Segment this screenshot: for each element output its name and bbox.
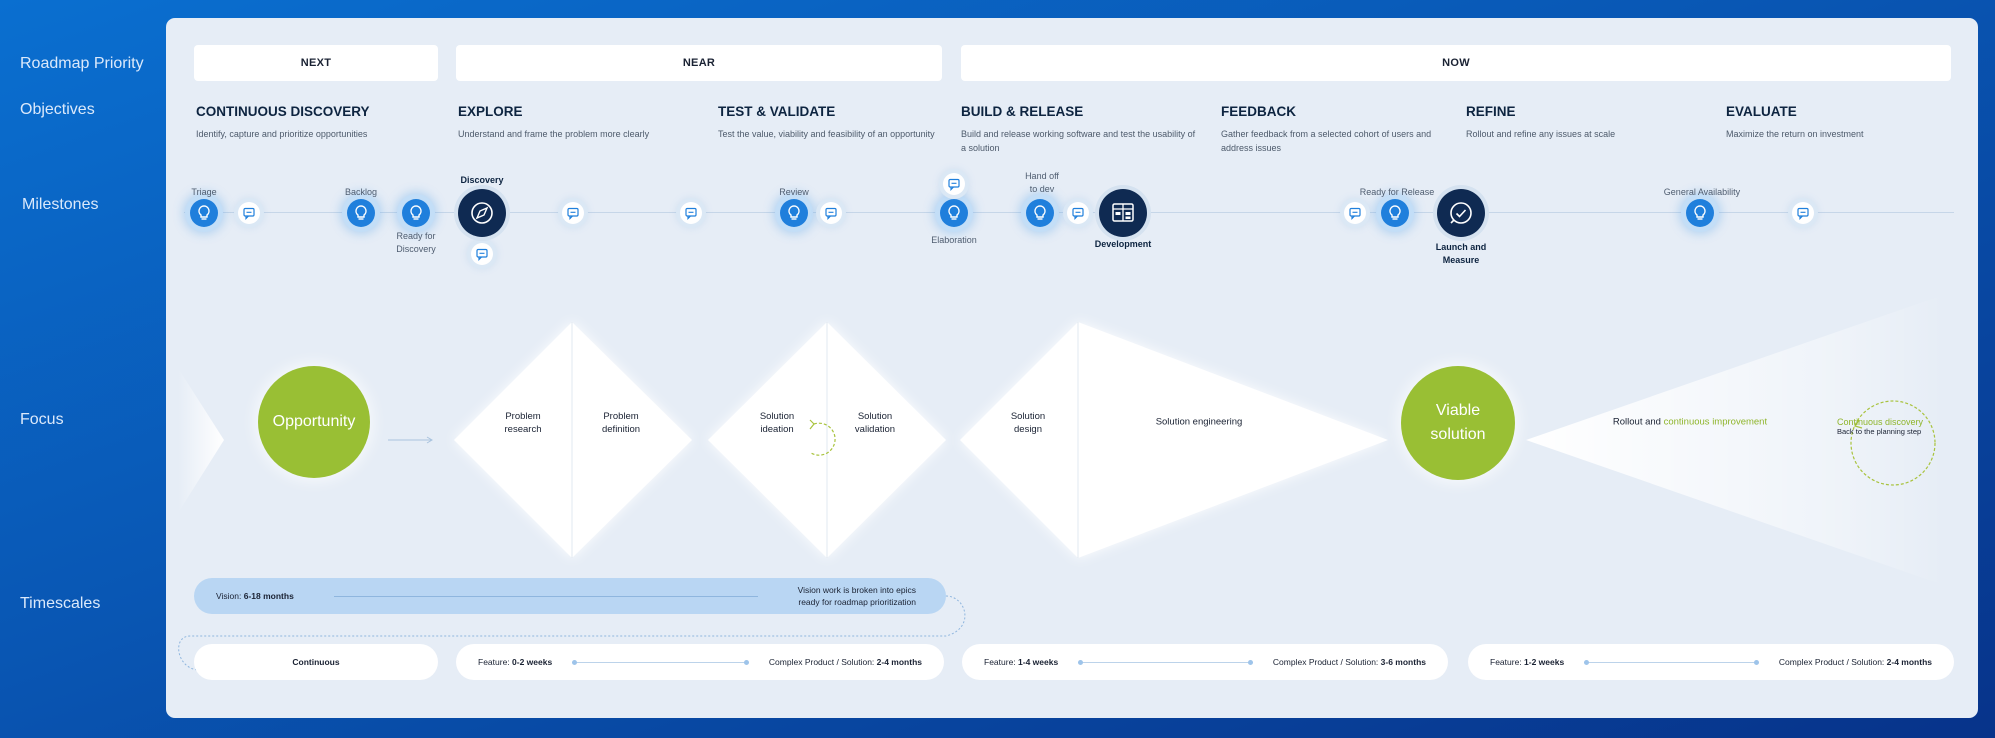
objective-build-release: BUILD & RELEASE Build and release workin… — [961, 104, 1196, 155]
objective-title: CONTINUOUS DISCOVERY — [196, 104, 370, 119]
lightbulb-icon[interactable] — [402, 199, 430, 227]
focus-diagram — [178, 294, 1946, 586]
objective-desc: Build and release working software and t… — [961, 129, 1196, 153]
chat-icon[interactable] — [943, 173, 965, 195]
focus-entry-wedge — [178, 368, 224, 513]
focus-continuous-discovery: Continuous discovery Back to the plannin… — [1837, 417, 1924, 436]
focus-problem-research: Problem research — [504, 411, 542, 435]
objective-desc: Gather feedback from a selected cohort o… — [1221, 129, 1432, 153]
objective-title: EVALUATE — [1726, 104, 1797, 119]
row-label-timescales: Timescales — [20, 595, 101, 612]
milestone-discovery: Discovery — [460, 175, 504, 185]
objective-title: TEST & VALIDATE — [718, 104, 836, 119]
row-label-objectives: Objectives — [20, 101, 95, 118]
focus-solution-ideation: Solution ideation — [759, 411, 795, 435]
milestone-backlog: Backlog — [344, 187, 378, 197]
objective-title: BUILD & RELEASE — [961, 104, 1084, 119]
milestone-elaboration: Elaboration — [931, 235, 977, 245]
objective-feedback: FEEDBACK Gather feedback from a selected… — [1221, 104, 1451, 155]
explore-diamond — [454, 322, 692, 558]
chat-icon[interactable] — [471, 243, 493, 265]
focus-solution-design: Solution design — [1010, 411, 1046, 435]
lightbulb-icon[interactable] — [1026, 199, 1054, 227]
row-label-focus: Focus — [20, 411, 64, 428]
rollout-funnel — [1526, 294, 1946, 586]
check-badge-icon[interactable] — [1437, 189, 1485, 237]
priority-near: NEAR — [456, 45, 942, 81]
priority-next: NEXT — [194, 45, 438, 81]
priority-now: NOW — [961, 45, 1951, 81]
chat-icon[interactable] — [1344, 202, 1366, 224]
timescale-now-refine: Feature: 1-2 weeks Complex Product / Sol… — [1468, 644, 1954, 680]
timescale-near: Feature: 0-2 weeks Complex Product / Sol… — [456, 644, 944, 680]
compass-icon[interactable] — [458, 189, 506, 237]
milestone-development: Development — [1094, 239, 1152, 249]
objective-continuous-discovery: CONTINUOUS DISCOVERY Identify, capture a… — [196, 104, 436, 141]
viable-solution-circle: Viable solution — [1401, 366, 1515, 480]
lightbulb-icon[interactable] — [190, 199, 218, 227]
timescale-continuous: Continuous — [194, 644, 438, 680]
lightbulb-icon[interactable] — [1686, 199, 1714, 227]
row-label-milestones: Milestones — [22, 196, 99, 213]
objective-evaluate: EVALUATE Maximize the return on investme… — [1726, 104, 1946, 141]
objective-title: FEEDBACK — [1221, 104, 1297, 119]
milestone-general-availability: General Availability — [1663, 187, 1741, 197]
row-label-priority: Roadmap Priority — [20, 55, 144, 72]
chat-icon[interactable] — [238, 202, 260, 224]
objective-desc: Maximize the return on investment — [1726, 129, 1864, 139]
roadmap-panel: NEXT NEAR NOW CONTINUOUS DISCOVERY Ident… — [166, 18, 1978, 718]
objective-explore: EXPLORE Understand and frame the problem… — [458, 104, 698, 141]
chat-icon[interactable] — [562, 202, 584, 224]
milestone-ready-release: Ready for Release — [1359, 187, 1435, 197]
objective-refine: REFINE Rollout and refine any issues at … — [1466, 104, 1686, 141]
milestone-review: Review — [779, 187, 809, 197]
objective-desc: Identify, capture and prioritize opportu… — [196, 129, 368, 139]
objective-test-validate: TEST & VALIDATE Test the value, viabilit… — [718, 104, 958, 141]
milestone-launch-measure: Launch and Measure — [1435, 242, 1487, 265]
lightbulb-icon[interactable] — [780, 199, 808, 227]
chat-icon[interactable] — [820, 202, 842, 224]
objective-title: REFINE — [1466, 104, 1516, 119]
objective-desc: Rollout and refine any issues at scale — [1466, 129, 1616, 139]
milestone-ready-discovery: Ready for Discovery — [396, 231, 436, 254]
milestone-handoff: Hand off to dev — [1025, 171, 1059, 194]
lightbulb-icon[interactable] — [940, 199, 968, 227]
build-shape — [960, 322, 1388, 558]
focus-solution-engineering: Solution engineering — [1155, 416, 1243, 428]
objective-desc: Test the value, viability and feasibilit… — [718, 129, 935, 139]
timescale-now-build: Feature: 1-4 weeks Complex Product / Sol… — [962, 644, 1448, 680]
focus-solution-validation: Solution validation — [854, 411, 896, 435]
focus-rollout: Rollout and continuous improvement — [1612, 416, 1768, 428]
chat-icon[interactable] — [680, 202, 702, 224]
chat-icon[interactable] — [1067, 202, 1089, 224]
focus-problem-definition: Problem definition — [601, 411, 641, 435]
kanban-icon[interactable] — [1099, 189, 1147, 237]
chat-icon[interactable] — [1792, 202, 1814, 224]
opportunity-circle: Opportunity — [258, 366, 370, 478]
objective-desc: Understand and frame the problem more cl… — [458, 129, 650, 139]
lightbulb-icon[interactable] — [347, 199, 375, 227]
lightbulb-icon[interactable] — [1381, 199, 1409, 227]
milestone-triage: Triage — [191, 187, 217, 197]
objective-title: EXPLORE — [458, 104, 523, 119]
